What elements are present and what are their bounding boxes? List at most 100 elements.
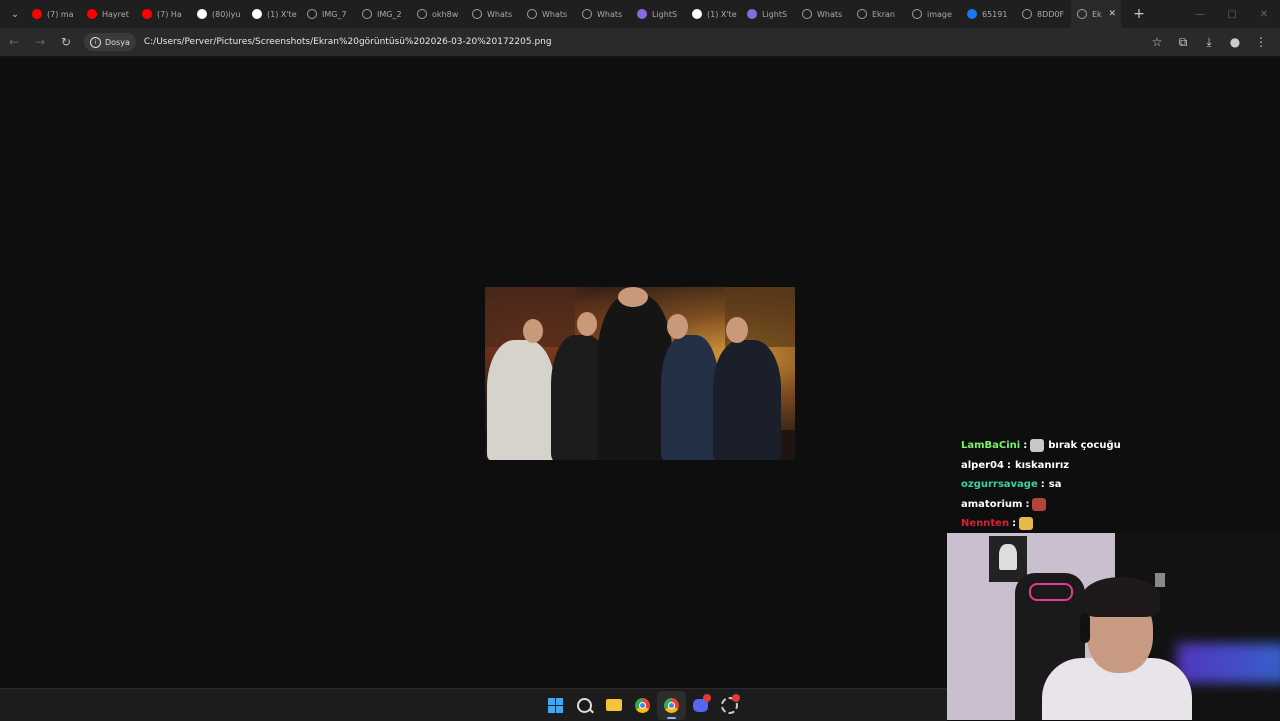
tab-label: Whats: [487, 9, 513, 19]
close-tab-icon[interactable]: ✕: [1108, 9, 1116, 19]
chat-username: Nennten: [961, 518, 1010, 530]
chat-message: Nennten:: [961, 514, 1121, 534]
tab-label: (7) ma: [47, 9, 74, 19]
profile-avatar-icon[interactable]: ●: [1222, 35, 1248, 49]
person-4-head: [667, 314, 688, 339]
chat-username: amatorium: [961, 498, 1023, 510]
new-tab-button[interactable]: +: [1127, 2, 1151, 26]
viewed-image[interactable]: [485, 287, 795, 460]
chrome-button[interactable]: [628, 691, 657, 720]
sa-emote: [1019, 517, 1034, 531]
reload-icon[interactable]: ↻: [54, 30, 78, 54]
globe-icon: [912, 9, 922, 19]
forward-icon[interactable]: →: [28, 30, 52, 54]
address-bar[interactable]: i Dosya C:/Users/Perver/Pictures/Screens…: [84, 31, 1164, 53]
tab-12[interactable]: (1) X'te: [686, 0, 741, 28]
site-info-chip[interactable]: i Dosya: [84, 33, 136, 51]
search-button[interactable]: [570, 691, 599, 720]
person-1: [487, 340, 555, 460]
tab-label: Whats: [542, 9, 568, 19]
tab-4[interactable]: (1) X'te: [246, 0, 301, 28]
start-button[interactable]: [541, 691, 570, 720]
stream-chat-overlay: LamBaCini: bırak çocuğu alper04: kıskanırız…: [961, 436, 1121, 534]
cat-poster: [989, 536, 1027, 582]
streamer: [1042, 573, 1192, 720]
download-icon[interactable]: ⤓: [1196, 35, 1222, 50]
notification-badge: [732, 693, 740, 702]
tab-label: 8DD0F: [1037, 9, 1065, 19]
person-2-head: [577, 312, 597, 336]
tab-1[interactable]: Hayret: [81, 0, 136, 28]
globe-icon: [857, 9, 867, 19]
feather-icon: [637, 9, 647, 19]
search-icon: [577, 697, 592, 713]
tab-11[interactable]: LightS: [631, 0, 686, 28]
tab-label: (1) X'te: [267, 9, 297, 19]
tab-16[interactable]: image: [906, 0, 961, 28]
tab-label: image: [927, 9, 952, 19]
tab-14[interactable]: Whats: [796, 0, 851, 28]
tab-17[interactable]: 65191: [961, 0, 1016, 28]
back-icon[interactable]: ←: [2, 30, 26, 54]
tab-15[interactable]: Ekran: [851, 0, 906, 28]
file-explorer-button[interactable]: [599, 691, 628, 720]
info-icon: i: [90, 36, 101, 48]
maximize-icon[interactable]: ▢: [1216, 0, 1248, 28]
tab-label: LightS: [762, 9, 788, 19]
tab-6[interactable]: IMG_2: [356, 0, 411, 28]
tab-2[interactable]: (7) Ha: [136, 0, 191, 28]
chrome-icon: [664, 697, 679, 713]
tab-list: (7) ma Hayret (7) Ha (80)iyu (1) X'te IMG_7 IM…: [26, 0, 1121, 28]
chat-username: ozgurrsavage: [961, 479, 1038, 491]
menu-icon[interactable]: ⋮: [1248, 35, 1274, 49]
tab-label: IMG_2: [377, 9, 402, 19]
webcam-overlay: [947, 533, 1280, 720]
led-light-strip: [1177, 643, 1280, 683]
tab-0[interactable]: (7) ma: [26, 0, 81, 28]
discord-button[interactable]: [686, 691, 715, 720]
minimize-icon[interactable]: —: [1184, 0, 1216, 28]
extensions-icon[interactable]: ⧉: [1170, 35, 1196, 50]
tab-3[interactable]: (80)iyu: [191, 0, 246, 28]
close-window-icon[interactable]: ✕: [1248, 0, 1280, 28]
tiktok-icon: [197, 9, 207, 19]
tab-13[interactable]: LightS: [741, 0, 796, 28]
chat-text: sa: [1048, 479, 1062, 491]
chat-message: LamBaCini: bırak çocuğu: [961, 436, 1121, 456]
person-3-head: [618, 287, 648, 307]
tab-5[interactable]: IMG_7: [301, 0, 356, 28]
chat-separator: :: [1012, 518, 1017, 530]
chrome-active-button[interactable]: [657, 690, 686, 720]
tab-8[interactable]: Whats: [466, 0, 521, 28]
x-icon: [692, 9, 702, 19]
tab-19[interactable]: Ek ✕: [1071, 0, 1121, 28]
tab-strip: ⌄ (7) ma Hayret (7) Ha (80)iyu (1) X'te IMG_7…: [0, 0, 1280, 28]
globe-icon: [527, 9, 537, 19]
chrome-icon: [635, 697, 650, 713]
app-button[interactable]: [715, 691, 744, 720]
windows-taskbar: [0, 688, 947, 721]
chat-username: alper04: [961, 459, 1004, 471]
notification-badge: [703, 693, 711, 702]
youtube-icon: [87, 9, 97, 19]
tab-10[interactable]: Whats: [576, 0, 631, 28]
browser-toolbar: ← → ↻ i Dosya C:/Users/Perver/Pictures/S…: [0, 28, 1280, 56]
facebook-icon: [967, 9, 977, 19]
bookmark-star-icon[interactable]: ☆: [1144, 35, 1170, 49]
youtube-icon: [142, 9, 152, 19]
globe-icon: [582, 9, 592, 19]
globe-icon: [417, 9, 427, 19]
tab-7[interactable]: okh8w: [411, 0, 466, 28]
tab-label: Whats: [597, 9, 623, 19]
skull-emote: [1030, 439, 1045, 453]
person-5: [713, 340, 781, 460]
tab-9[interactable]: Whats: [521, 0, 576, 28]
tab-label: (1) X'te: [707, 9, 737, 19]
globe-icon: [472, 9, 482, 19]
tab-search-icon[interactable]: ⌄: [4, 3, 26, 25]
toolbar-actions: ☆ ⧉ ⤓ ● ⋮: [1144, 28, 1274, 56]
tab-label: Whats: [817, 9, 843, 19]
chat-separator: :: [1006, 459, 1011, 471]
feather-icon: [747, 9, 757, 19]
tab-18[interactable]: 8DD0F: [1016, 0, 1071, 28]
